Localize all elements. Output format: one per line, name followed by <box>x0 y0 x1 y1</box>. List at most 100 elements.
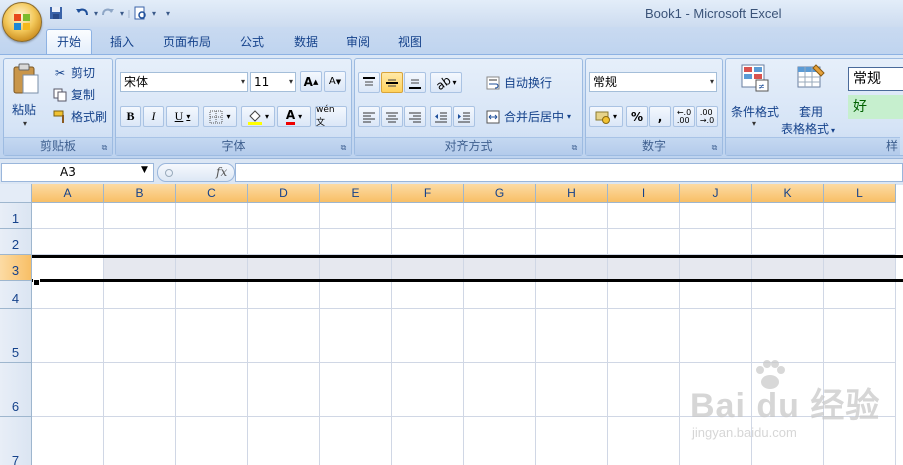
cell-h6[interactable] <box>536 363 608 417</box>
cell-a5[interactable] <box>32 309 104 363</box>
cell-k5[interactable] <box>752 309 824 363</box>
print-preview-icon[interactable] <box>132 5 148 21</box>
customize-qat-button[interactable]: ▾ <box>164 9 172 18</box>
cell-b6[interactable] <box>104 363 176 417</box>
cell-j6[interactable] <box>680 363 752 417</box>
row-header-1[interactable]: 1 <box>0 203 32 229</box>
row-header-2[interactable]: 2 <box>0 229 32 255</box>
cell-h1[interactable] <box>536 203 608 229</box>
redo-icon[interactable] <box>100 5 116 21</box>
cell-h5[interactable] <box>536 309 608 363</box>
conditional-formatting-button[interactable]: ≠ 条件格式 ▾ <box>729 61 781 133</box>
cell-b5[interactable] <box>104 309 176 363</box>
cell-g5[interactable] <box>464 309 536 363</box>
cell-j1[interactable] <box>680 203 752 229</box>
format-as-table-button[interactable]: 套用 表格格式 ▾ <box>781 61 844 136</box>
cell-j5[interactable] <box>680 309 752 363</box>
column-header-b[interactable]: B <box>104 184 176 203</box>
cell-g3[interactable] <box>464 255 536 281</box>
style-good-cell[interactable]: 好 <box>848 95 903 119</box>
orientation-button[interactable]: ab ▾ <box>430 72 462 93</box>
cell-h7[interactable] <box>536 417 608 465</box>
column-header-e[interactable]: E <box>320 184 392 203</box>
cell-a2[interactable] <box>32 229 104 255</box>
align-left-button[interactable] <box>358 106 380 127</box>
redo-dropdown-icon[interactable]: ▾ <box>118 9 126 18</box>
number-format-select[interactable]: 常规 ▾ <box>589 72 717 92</box>
cell-b7[interactable] <box>104 417 176 465</box>
cell-a1[interactable] <box>32 203 104 229</box>
cell-c7[interactable] <box>176 417 248 465</box>
cell-c2[interactable] <box>176 229 248 255</box>
cell-l1[interactable] <box>824 203 896 229</box>
fill-handle[interactable] <box>33 279 40 286</box>
column-header-l[interactable]: L <box>824 184 896 203</box>
column-header-d[interactable]: D <box>248 184 320 203</box>
accounting-format-button[interactable]: ▾ <box>589 106 623 127</box>
cell-i2[interactable] <box>608 229 680 255</box>
cell-c6[interactable] <box>176 363 248 417</box>
cell-f4[interactable] <box>392 281 464 309</box>
grow-font-button[interactable]: A ▲ <box>300 71 322 92</box>
print-preview-dropdown-icon[interactable]: ▾ <box>150 9 158 18</box>
cell-k2[interactable] <box>752 229 824 255</box>
tab-insert[interactable]: 插入 <box>102 32 142 52</box>
cell-h2[interactable] <box>536 229 608 255</box>
cell-e3[interactable] <box>320 255 392 281</box>
cell-j4[interactable] <box>680 281 752 309</box>
cell-j7[interactable] <box>680 417 752 465</box>
cell-e5[interactable] <box>320 309 392 363</box>
cell-b2[interactable] <box>104 229 176 255</box>
cut-button[interactable]: ✂ 剪切 <box>52 64 95 81</box>
tab-data[interactable]: 数据 <box>286 32 326 52</box>
cell-d7[interactable] <box>248 417 320 465</box>
font-color-button[interactable]: A ▾ <box>277 106 311 127</box>
cell-c5[interactable] <box>176 309 248 363</box>
cell-a7[interactable] <box>32 417 104 465</box>
cell-i3[interactable] <box>608 255 680 281</box>
cell-k4[interactable] <box>752 281 824 309</box>
column-header-g[interactable]: G <box>464 184 536 203</box>
cell-i6[interactable] <box>608 363 680 417</box>
cell-d1[interactable] <box>248 203 320 229</box>
cell-l5[interactable] <box>824 309 896 363</box>
cell-f2[interactable] <box>392 229 464 255</box>
row-header-7[interactable]: 7 <box>0 417 32 465</box>
cell-d3[interactable] <box>248 255 320 281</box>
copy-button[interactable]: 复制 <box>52 86 95 103</box>
font-size-select[interactable]: 11 ▾ <box>250 72 296 92</box>
cell-d2[interactable] <box>248 229 320 255</box>
cell-g1[interactable] <box>464 203 536 229</box>
cell-b4[interactable] <box>104 281 176 309</box>
percent-style-button[interactable]: % <box>626 106 648 127</box>
bold-button[interactable]: B <box>120 106 141 127</box>
cell-f3[interactable] <box>392 255 464 281</box>
cell-e6[interactable] <box>320 363 392 417</box>
cell-i7[interactable] <box>608 417 680 465</box>
cell-f1[interactable] <box>392 203 464 229</box>
cell-l7[interactable] <box>824 417 896 465</box>
shrink-font-button[interactable]: A ▼ <box>324 71 346 92</box>
tab-page-layout[interactable]: 页面布局 <box>156 32 218 52</box>
column-header-i[interactable]: I <box>608 184 680 203</box>
cell-g6[interactable] <box>464 363 536 417</box>
cell-j3[interactable] <box>680 255 752 281</box>
row-header-6[interactable]: 6 <box>0 363 32 417</box>
cell-d6[interactable] <box>248 363 320 417</box>
cell-h4[interactable] <box>536 281 608 309</box>
tab-formulas[interactable]: 公式 <box>232 32 272 52</box>
alignment-dialog-launcher-icon[interactable]: ⧉ <box>570 143 579 152</box>
cell-l2[interactable] <box>824 229 896 255</box>
align-top-button[interactable] <box>358 72 380 93</box>
name-box-dropdown-icon[interactable]: ▼ <box>141 165 148 175</box>
cell-k7[interactable] <box>752 417 824 465</box>
column-header-f[interactable]: F <box>392 184 464 203</box>
phonetic-guide-button[interactable]: wén 文 <box>315 105 347 128</box>
cell-g7[interactable] <box>464 417 536 465</box>
cell-f7[interactable] <box>392 417 464 465</box>
align-bottom-button[interactable] <box>404 72 426 93</box>
cell-i1[interactable] <box>608 203 680 229</box>
number-dialog-launcher-icon[interactable]: ⧉ <box>710 143 719 152</box>
undo-dropdown-icon[interactable]: ▾ <box>92 9 100 18</box>
column-header-j[interactable]: J <box>680 184 752 203</box>
